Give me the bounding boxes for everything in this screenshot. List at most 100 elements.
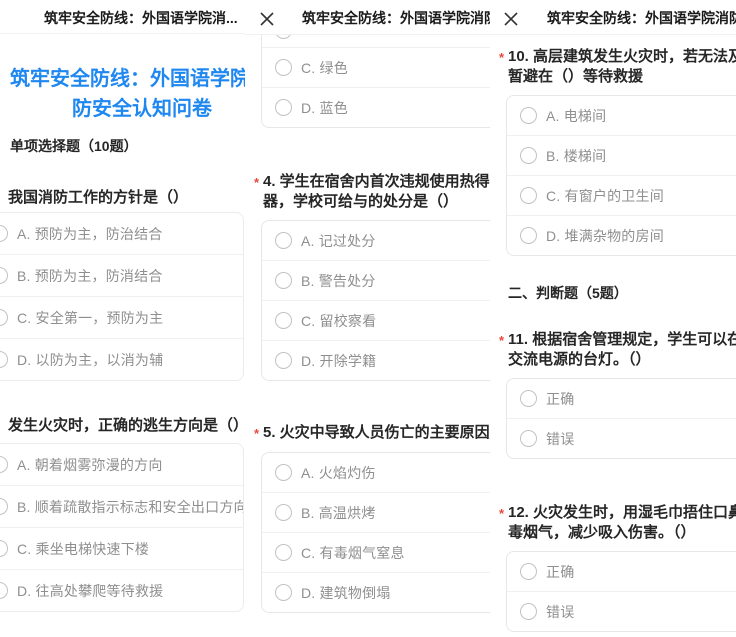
option-label: B. 预防为主，防消结合 [17,267,163,285]
radio-icon[interactable] [275,584,292,601]
options-group: 正确 错误 [506,551,736,632]
radio-icon[interactable] [275,272,292,289]
option-row[interactable]: D. 开除学籍 [262,340,490,380]
option-row[interactable]: D. 往高处攀爬等待救援 [0,569,243,611]
option-label: B. 楼梯间 [546,147,606,165]
radio-icon[interactable] [520,227,537,244]
question-text-line: 4. 学生在宿舍内首次违规使用热得快 [263,172,490,192]
close-icon[interactable] [258,10,276,28]
option-label: C. 留校察看 [301,312,376,330]
option-row[interactable]: B. 预防为主，防消结合 [0,254,243,296]
option-row[interactable]: A. 记过处分 [262,221,490,260]
radio-icon[interactable] [275,232,292,249]
close-icon[interactable] [502,10,520,28]
question-text: 12. 火灾发生时，用湿毛巾捂住口鼻可 毒烟气，减少吸入伤害。（） [508,503,736,543]
radio-icon[interactable] [520,147,537,164]
option-label: D. 建筑物倒塌 [301,584,391,602]
question-text: 4. 学生在宿舍内首次违规使用热得快 器，学校可给与的处分是（） [263,172,490,212]
option-row[interactable]: C. 留校察看 [262,300,490,340]
divider [490,34,736,35]
option-label: B. 顺着疏散指示标志和安全出口方向 [17,498,244,516]
radio-icon[interactable] [520,107,537,124]
option-label: C. 有窗户的卫生间 [546,187,664,205]
option-row[interactable]: C. 绿色 [262,48,490,87]
option-row[interactable]: A. 预防为主，防治结合 [0,213,243,254]
option-row[interactable]: B. 警告处分 [262,260,490,300]
question-text: 11. 根据宿舍管理规定，学生可以在床 交流电源的台灯。（） [508,330,736,370]
option-label: 正确 [546,563,574,581]
question-text-line: 11. 根据宿舍管理规定，学生可以在床 [508,330,736,350]
option-row[interactable]: 正确 [507,379,736,418]
option-label: C. 有毒烟气窒息 [301,544,405,562]
option-row[interactable]: C. 安全第一，预防为主 [0,296,243,338]
option-row[interactable]: A. 朝着烟雾弥漫的方向 [0,444,243,485]
radio-icon[interactable] [275,35,292,39]
option-row[interactable]: B. 楼梯间 [507,135,736,175]
options-group: A. 电梯间 B. 楼梯间 C. 有窗户的卫生间 D. 堆满杂物的房间 [506,95,736,256]
option-row[interactable]: A. 电梯间 [507,96,736,135]
option-label: A. 记过处分 [301,232,376,250]
option-label: D. 往高处攀爬等待救援 [17,582,163,600]
option-row[interactable]: D. 以防为主，以消为辅 [0,338,243,380]
option-row-partial[interactable] [262,35,490,48]
option-row[interactable]: C. 有毒烟气窒息 [262,532,490,572]
radio-icon[interactable] [275,312,292,329]
options-group: C. 绿色 D. 蓝色 [261,35,490,128]
option-row[interactable]: C. 乘坐电梯快速下楼 [0,527,243,569]
option-row[interactable]: D. 建筑物倒塌 [262,572,490,612]
required-asterisk: * [499,507,504,521]
option-row[interactable]: D. 蓝色 [262,87,490,127]
screenshot-panel-1: 筑牢安全防线：外国语学院消... 筑牢安全防线：外国语学院消 防安全认知问卷 单… [0,0,245,637]
option-label: 错误 [546,430,574,448]
radio-icon[interactable] [0,267,8,284]
option-label: C. 安全第一，预防为主 [17,309,163,327]
option-label: D. 蓝色 [301,99,348,117]
option-row[interactable]: C. 有窗户的卫生间 [507,175,736,215]
radio-icon[interactable] [520,187,537,204]
nav-title: 筑牢安全防线：外国语学院消防安全认知问卷 [302,9,490,27]
radio-icon[interactable] [520,603,537,620]
options-group: 正确 错误 [506,378,736,459]
option-label: D. 开除学籍 [301,352,376,370]
question-text: 发生火灾时，正确的逃生方向是（） [8,416,245,436]
question-text-line: 5. 火灾中导致人员伤亡的主要原因是 [263,423,490,443]
radio-icon[interactable] [520,390,537,407]
option-label: D. 堆满杂物的房间 [546,227,664,245]
option-row[interactable]: 错误 [507,591,736,631]
radio-icon[interactable] [275,99,292,116]
section-heading: 二、判断题（5题） [508,284,628,302]
questionnaire-screenshots: 筑牢安全防线：外国语学院消... 筑牢安全防线：外国语学院消 防安全认知问卷 单… [0,0,736,637]
option-row[interactable]: A. 火焰灼伤 [262,453,490,492]
option-row[interactable]: 正确 [507,552,736,591]
radio-icon[interactable] [275,504,292,521]
option-label: D. 以防为主，以消为辅 [17,351,163,369]
radio-icon[interactable] [520,563,537,580]
radio-icon[interactable] [0,309,8,326]
radio-icon[interactable] [0,225,8,242]
radio-icon[interactable] [275,352,292,369]
question-text-line: 器，学校可给与的处分是（） [263,192,490,212]
radio-icon[interactable] [520,430,537,447]
option-row[interactable]: 错误 [507,418,736,458]
question-text-line: 12. 火灾发生时，用湿毛巾捂住口鼻可 [508,503,736,523]
question-text: 我国消防工作的方针是（） [8,188,188,208]
option-row[interactable]: B. 顺着疏散指示标志和安全出口方向 [0,485,243,527]
nav-title: 筑牢安全防线：外国语学院消... [44,9,238,27]
required-asterisk: * [254,427,259,441]
option-row[interactable]: B. 高温烘烤 [262,492,490,532]
radio-icon[interactable] [0,540,8,557]
radio-icon[interactable] [275,544,292,561]
option-row[interactable]: D. 堆满杂物的房间 [507,215,736,255]
radio-icon[interactable] [0,498,8,515]
options-group: A. 火焰灼伤 B. 高温烘烤 C. 有毒烟气窒息 D. 建筑物倒塌 [261,452,490,613]
option-label: B. 高温烘烤 [301,504,376,522]
screenshot-panel-3: 筑牢安全防线：外国语学院消防安全认知问卷 * 10. 高层建筑发生火灾时，若无法… [490,0,736,637]
radio-icon[interactable] [0,456,8,473]
radio-icon[interactable] [275,59,292,76]
question-text: 5. 火灾中导致人员伤亡的主要原因是 [263,423,490,443]
radio-icon[interactable] [275,464,292,481]
radio-icon[interactable] [0,582,8,599]
options-group: A. 预防为主，防治结合 B. 预防为主，防消结合 C. 安全第一，预防为主 D… [0,212,244,381]
radio-icon[interactable] [0,351,8,368]
question-text-line: 暂避在（）等待救援 [508,67,736,87]
